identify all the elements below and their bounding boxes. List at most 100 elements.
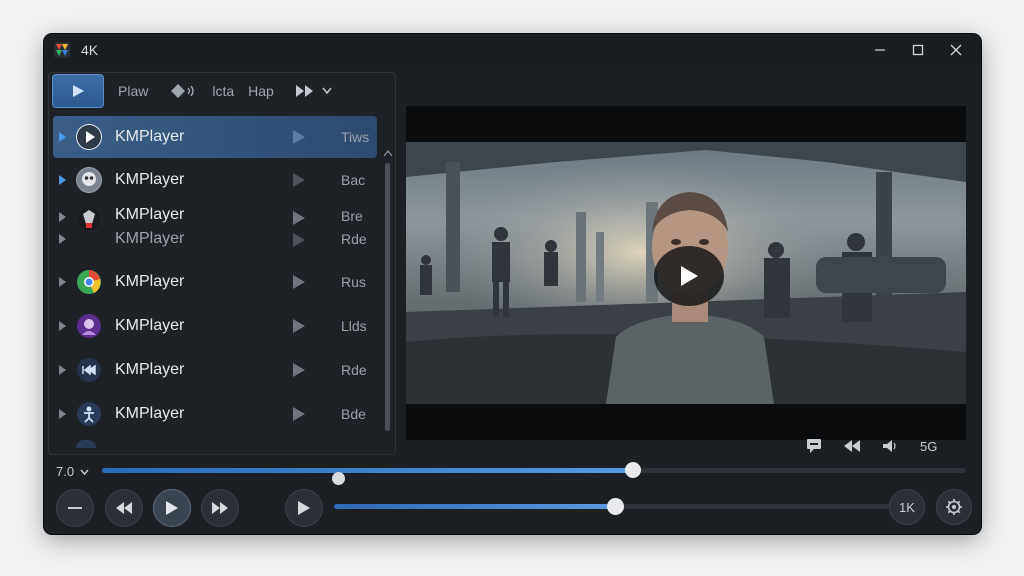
minus-icon <box>68 507 82 509</box>
minimize-button[interactable] <box>861 34 899 66</box>
media-thumbnail <box>76 124 102 150</box>
panel-tabs: Plaw lcta Hap <box>49 73 395 109</box>
item-play-icon[interactable] <box>293 211 305 225</box>
item-meta: Bac <box>341 172 366 188</box>
timeline-marker[interactable] <box>332 472 345 485</box>
playlist-item[interactable]: KMPlayer Rde <box>53 349 377 391</box>
item-name: KMPlayer <box>115 273 185 290</box>
media-thumbnail <box>76 313 102 339</box>
seek-bar-progress <box>102 468 634 473</box>
fast-forward-icon <box>212 502 228 514</box>
close-button[interactable] <box>937 34 975 66</box>
item-meta: Bre <box>341 208 363 224</box>
playlist-item[interactable]: KMPlayer Llds <box>53 305 377 347</box>
media-skip-icon <box>77 358 101 382</box>
chrome-style-icon <box>77 270 101 294</box>
tab-audio[interactable] <box>170 83 198 99</box>
partial-item-thumbnail <box>76 440 96 448</box>
maximize-icon <box>912 44 924 56</box>
item-meta: Rde <box>341 362 367 378</box>
play-button[interactable] <box>153 489 191 527</box>
subtitle-button[interactable] <box>806 438 822 454</box>
close-icon <box>950 44 962 56</box>
audio-diamond-icon <box>171 84 195 98</box>
purple-character-icon <box>77 314 101 338</box>
playlist-scrollbar[interactable] <box>385 163 390 431</box>
secondary-play-button[interactable] <box>285 489 323 527</box>
item-name: KMPlayer <box>115 128 185 145</box>
item-meta: Llds <box>341 318 367 334</box>
figure-icon <box>77 402 101 426</box>
media-thumbnail <box>76 269 102 295</box>
volume-handle[interactable] <box>606 498 624 515</box>
play-circle-icon <box>77 125 101 149</box>
item-play-icon[interactable] <box>293 407 305 421</box>
item-play-icon[interactable] <box>293 363 305 377</box>
seek-bar[interactable] <box>102 462 966 478</box>
video-viewport[interactable] <box>406 106 966 440</box>
subtitle-icon <box>807 439 821 453</box>
item-name: KMPlayer <box>115 171 185 188</box>
tab-hap[interactable]: Hap <box>248 73 274 109</box>
playlist-panel: Plaw lcta Hap KMPlayer Tiws KMPlayer Bac… <box>48 72 396 455</box>
tab-plaw[interactable]: Plaw <box>118 73 148 109</box>
item-play-icon[interactable] <box>293 233 305 247</box>
item-play-icon[interactable] <box>293 173 305 187</box>
item-name: KMPlayer <box>115 361 185 378</box>
stop-button[interactable] <box>56 489 94 527</box>
gear-icon <box>946 499 962 515</box>
media-thumbnail <box>76 357 102 383</box>
media-thumbnail <box>76 167 102 193</box>
item-name: KMPlayer <box>115 405 185 422</box>
media-thumbnail <box>76 206 102 232</box>
media-thumbnail <box>76 401 102 427</box>
expand-arrow-icon[interactable] <box>59 409 66 419</box>
center-play-button[interactable] <box>654 246 724 306</box>
tab-play[interactable] <box>52 74 104 108</box>
previous-button[interactable] <box>105 489 143 527</box>
playlist-item[interactable]: KMPlayer Tiws <box>53 116 377 158</box>
seek-bar-handle[interactable] <box>625 462 642 478</box>
play-icon <box>681 266 698 286</box>
item-play-icon[interactable] <box>293 275 305 289</box>
item-play-icon[interactable] <box>293 130 305 144</box>
item-meta: Tiws <box>341 129 370 145</box>
expand-arrow-icon[interactable] <box>59 175 66 185</box>
tab-lcta[interactable]: lcta <box>212 73 234 109</box>
playlist-item[interactable]: KMPlayer KMPlayer Bre Rde <box>53 202 377 250</box>
playback-speed[interactable]: 7.0 <box>56 464 89 479</box>
expand-arrow-icon[interactable] <box>59 277 66 287</box>
resolution-button[interactable]: 1K <box>889 489 925 525</box>
play-icon <box>166 501 178 515</box>
title-bar: 4K <box>44 34 981 66</box>
next-button[interactable] <box>201 489 239 527</box>
chevron-down-icon <box>322 87 332 95</box>
skull-icon <box>77 168 101 192</box>
window-title: 4K <box>81 42 99 58</box>
volume-button[interactable] <box>882 439 898 453</box>
item-play-icon[interactable] <box>293 319 305 333</box>
item-name: KMPlayer <box>115 206 185 223</box>
item-meta: Rus <box>341 274 366 290</box>
item-sub-meta: Rde <box>341 231 367 247</box>
expand-arrow-icon[interactable] <box>59 132 66 142</box>
expand-arrow-icon[interactable] <box>59 234 66 244</box>
tab-more[interactable] <box>295 85 332 97</box>
speed-value: 7.0 <box>56 464 75 479</box>
playlist-item[interactable]: KMPlayer Rus <box>53 261 377 303</box>
settings-button[interactable] <box>936 489 972 525</box>
expand-arrow-icon[interactable] <box>59 365 66 375</box>
volume-slider[interactable] <box>334 498 890 515</box>
quality-toggle[interactable]: 5G <box>920 439 937 454</box>
speaker-icon <box>883 440 896 452</box>
expand-arrow-icon[interactable] <box>59 212 66 222</box>
maximize-button[interactable] <box>899 34 937 66</box>
playlist-item[interactable]: KMPlayer Bac <box>53 159 377 201</box>
item-name: KMPlayer <box>115 317 185 334</box>
expand-arrow-icon[interactable] <box>59 321 66 331</box>
minimize-icon <box>875 49 885 51</box>
rewind-button[interactable] <box>844 440 860 452</box>
scroll-up-icon[interactable] <box>383 149 393 157</box>
play-icon <box>298 501 310 515</box>
playlist-item[interactable]: KMPlayer Bde <box>53 393 377 435</box>
